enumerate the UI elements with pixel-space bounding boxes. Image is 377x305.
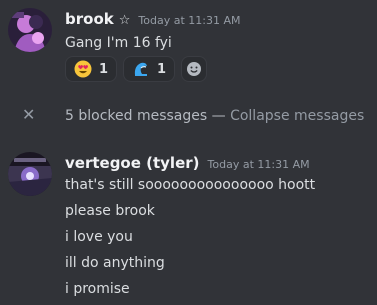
message-text: that's still sooooooooooooooo hoott — [65, 177, 316, 193]
star-icon: ☆ — [118, 13, 131, 28]
message-text: please brook — [65, 203, 155, 219]
avatar-image — [8, 8, 52, 52]
reaction-blue-wave[interactable]: 1 — [123, 56, 176, 82]
blue-wave-emoji-icon — [134, 62, 148, 76]
message-text: i promise — [65, 281, 130, 297]
message-text: Gang I'm 16 fyi — [65, 35, 172, 51]
message-vertegoe: vertegoe (tyler) Today at 11:31 AM that'… — [0, 140, 377, 305]
close-icon[interactable]: ✕ — [22, 105, 35, 124]
reaction-heart-eyes[interactable]: 1 — [65, 56, 118, 82]
avatar[interactable] — [8, 152, 52, 196]
username[interactable]: brook — [65, 10, 114, 28]
add-reaction-button[interactable] — [181, 56, 208, 82]
message-brook: brook ☆ Today at 11:31 AM Gang I'm 16 fy… — [0, 0, 377, 90]
message-text: i love you — [65, 229, 133, 245]
timestamp: Today at 11:31 AM — [207, 158, 310, 171]
reactions-row: 1 1 — [65, 56, 208, 82]
blocked-messages-bar: ✕ 5 blocked messages — Collapse messages — [0, 104, 377, 130]
message-text: ill do anything — [65, 255, 165, 271]
reaction-count: 1 — [157, 61, 167, 77]
heart-eyes-emoji-icon — [74, 60, 92, 78]
blocked-messages-text: 5 blocked messages — Collapse messages — [65, 108, 364, 124]
add-reaction-icon — [187, 62, 202, 76]
timestamp: Today at 11:31 AM — [138, 14, 241, 27]
blocked-count-label: 5 blocked messages — [65, 108, 208, 124]
avatar[interactable] — [8, 8, 52, 52]
avatar-image — [8, 152, 52, 196]
username[interactable]: vertegoe (tyler) — [65, 154, 200, 172]
collapse-messages-link[interactable]: Collapse messages — [230, 108, 364, 124]
separator: — — [211, 108, 226, 124]
reaction-count: 1 — [99, 61, 109, 77]
